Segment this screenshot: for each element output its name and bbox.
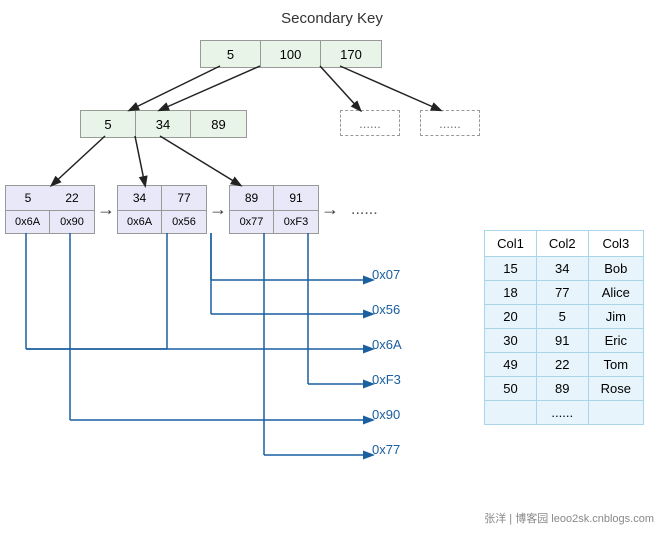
cell-4-1: 22 (536, 353, 588, 377)
arrow-0: → (95, 199, 117, 220)
cell-5-2: Rose (588, 377, 643, 401)
cell-0-2: Bob (588, 257, 643, 281)
table-row: 5089Rose (485, 377, 644, 401)
dots-cell-0 (485, 401, 537, 425)
table-dots-row: ...... (485, 401, 644, 425)
leaf-node-1: 34 77 0x6A 0x56 (117, 185, 207, 234)
root-cell-2: 170 (321, 41, 381, 67)
leaf-node-2: 89 91 0x77 0xF3 (229, 185, 319, 234)
leaf-dots: ...... (351, 201, 378, 219)
level2-cell-2: 89 (191, 111, 246, 137)
table-row: 1534Bob (485, 257, 644, 281)
watermark: 张洋 | 博客园 leoo2sk.cnblogs.com (484, 510, 654, 526)
root-cell-0: 5 (201, 41, 261, 67)
col1-header: Col1 (485, 231, 537, 257)
table-row: 3091Eric (485, 329, 644, 353)
cell-5-0: 50 (485, 377, 537, 401)
table-row: 205Jim (485, 305, 644, 329)
main-container: Secondary Key 5 100 170 5 34 89 ...... .… (0, 0, 664, 534)
ptr-0x07: 0x07 (372, 267, 400, 282)
cell-2-2: Jim (588, 305, 643, 329)
dots-cell-1: ...... (536, 401, 588, 425)
root-node: 5 100 170 (200, 40, 382, 68)
table-row: 4922Tom (485, 353, 644, 377)
cell-2-0: 20 (485, 305, 537, 329)
level2-cell-1: 34 (136, 111, 191, 137)
cell-3-2: Eric (588, 329, 643, 353)
page-title: Secondary Key (0, 10, 664, 27)
ptr-0xF3: 0xF3 (372, 372, 401, 387)
cell-4-0: 49 (485, 353, 537, 377)
ptr-0x90: 0x90 (372, 407, 400, 422)
cell-0-0: 15 (485, 257, 537, 281)
table-row: 1877Alice (485, 281, 644, 305)
cell-5-1: 89 (536, 377, 588, 401)
ptr-0x56: 0x56 (372, 302, 400, 317)
level2-cell-0: 5 (81, 111, 136, 137)
dashed-node-2: ...... (420, 110, 480, 136)
cell-0-1: 34 (536, 257, 588, 281)
leaf-row: 5 22 0x6A 0x90 → 34 77 0x6A 0x56 → (5, 185, 378, 234)
root-cell-1: 100 (261, 41, 321, 67)
data-table: Col1 Col2 Col3 1534Bob1877Alice205Jim309… (484, 230, 644, 425)
cell-4-2: Tom (588, 353, 643, 377)
col3-header: Col3 (588, 231, 643, 257)
arrow-1: → (207, 199, 229, 220)
dashed-node-1: ...... (340, 110, 400, 136)
cell-1-0: 18 (485, 281, 537, 305)
dots-cell-2 (588, 401, 643, 425)
arrow-2: → (319, 199, 341, 220)
cell-3-1: 91 (536, 329, 588, 353)
cell-2-1: 5 (536, 305, 588, 329)
ptr-0x6A: 0x6A (372, 337, 402, 352)
ptr-0x77: 0x77 (372, 442, 400, 457)
level2-node: 5 34 89 (80, 110, 247, 138)
col2-header: Col2 (536, 231, 588, 257)
cell-3-0: 30 (485, 329, 537, 353)
leaf-node-0: 5 22 0x6A 0x90 (5, 185, 95, 234)
cell-1-1: 77 (536, 281, 588, 305)
cell-1-2: Alice (588, 281, 643, 305)
